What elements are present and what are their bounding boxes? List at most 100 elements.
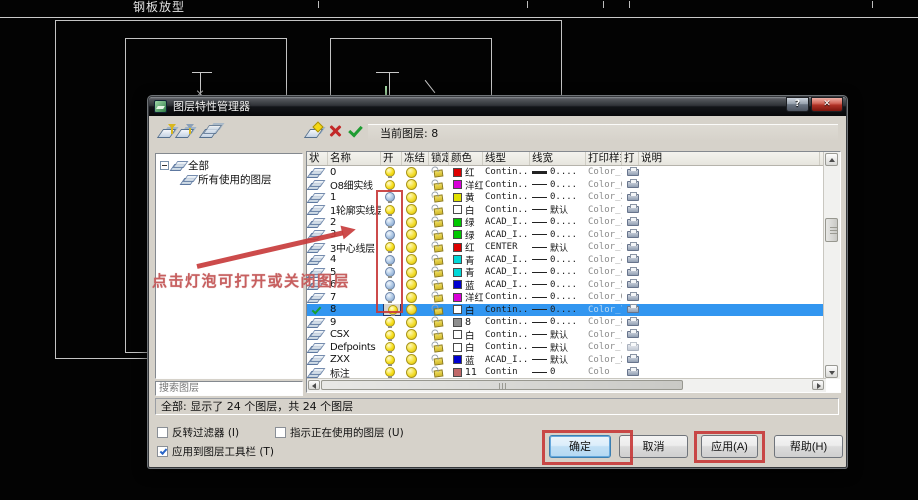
printer-icon[interactable]	[627, 341, 639, 351]
layer-lineweight[interactable]: 0....	[530, 254, 586, 267]
color-swatch[interactable]	[453, 192, 462, 202]
lock-icon[interactable]	[433, 282, 444, 291]
layer-lock-cell[interactable]	[429, 291, 449, 304]
search-layer-input[interactable]	[155, 381, 303, 396]
layer-plot-cell[interactable]	[622, 229, 639, 242]
printer-icon[interactable]	[627, 279, 639, 289]
layer-freeze-cell[interactable]	[402, 316, 429, 329]
freeze-sun-icon[interactable]	[406, 266, 417, 278]
layer-lock-cell[interactable]	[429, 166, 449, 179]
apply-to-toolbar-checkbox[interactable]: 应用到图层工具栏 (T)	[157, 444, 274, 459]
scroll-right-button[interactable]	[812, 380, 824, 390]
layer-linetype[interactable]: ACAD_I...	[483, 229, 530, 242]
column-header-6[interactable]: 线型	[483, 152, 530, 165]
freeze-sun-icon[interactable]	[406, 254, 417, 266]
lock-icon[interactable]	[433, 244, 444, 253]
layer-lock-cell[interactable]	[429, 229, 449, 242]
column-header-2[interactable]: 开	[381, 152, 402, 165]
column-header-5[interactable]: 颜色	[449, 152, 483, 165]
printer-icon[interactable]	[627, 166, 639, 176]
layer-on-cell[interactable]	[381, 354, 402, 367]
printer-icon[interactable]	[627, 179, 639, 189]
layer-color-cell[interactable]: 绿	[449, 229, 483, 241]
layer-plot-cell[interactable]	[622, 166, 639, 179]
layer-lineweight[interactable]: 0....	[530, 191, 586, 204]
layer-plot-cell[interactable]	[622, 204, 639, 217]
layer-color-cell[interactable]: 红	[449, 241, 483, 254]
layer-lock-cell[interactable]	[429, 316, 449, 329]
freeze-sun-icon[interactable]	[406, 179, 417, 191]
lock-icon[interactable]	[433, 207, 444, 216]
column-header-0[interactable]: 状	[307, 152, 328, 165]
layer-plot-cell[interactable]	[622, 279, 639, 292]
printer-icon[interactable]	[627, 266, 639, 276]
layer-freeze-cell[interactable]	[402, 191, 429, 204]
printer-icon[interactable]	[627, 229, 639, 239]
checkbox-icon[interactable]	[275, 427, 286, 438]
layer-row-Defpoints[interactable]: Defpoints 白 Contin...默认Color_7	[307, 341, 824, 354]
layer-linetype[interactable]: ACAD_I...	[483, 254, 530, 267]
help-titlebar-button[interactable]: ?	[786, 97, 809, 112]
layer-linetype[interactable]: Contin...	[483, 166, 530, 179]
layer-plot-cell[interactable]	[622, 316, 639, 329]
layer-color-cell[interactable]: 蓝	[449, 279, 483, 291]
freeze-sun-icon[interactable]	[406, 191, 417, 203]
freeze-sun-icon[interactable]	[406, 341, 417, 353]
printer-icon[interactable]	[627, 204, 639, 214]
layer-freeze-cell[interactable]	[402, 266, 429, 279]
layer-freeze-cell[interactable]	[402, 354, 429, 367]
layer-linetype[interactable]: Contin...	[483, 204, 530, 217]
lock-icon[interactable]	[433, 194, 444, 203]
layer-linetype[interactable]: ACAD_I...	[483, 279, 530, 292]
bulb-icon[interactable]	[385, 342, 395, 354]
layer-freeze-cell[interactable]	[402, 179, 429, 192]
layer-freeze-cell[interactable]	[402, 329, 429, 342]
layer-lineweight[interactable]: 0....	[530, 179, 586, 192]
layer-on-cell[interactable]	[381, 329, 402, 342]
layer-color-cell[interactable]: 青	[449, 254, 483, 266]
freeze-sun-icon[interactable]	[406, 204, 417, 216]
column-header-7[interactable]: 线宽	[530, 152, 586, 165]
layer-lock-cell[interactable]	[429, 354, 449, 367]
layer-freeze-cell[interactable]	[402, 341, 429, 354]
layer-linetype[interactable]: Contin...	[483, 304, 530, 317]
printer-icon[interactable]	[627, 316, 639, 326]
layer-lineweight[interactable]: 0....	[530, 229, 586, 242]
layer-linetype[interactable]: Contin...	[483, 329, 530, 342]
layer-plot-cell[interactable]	[622, 329, 639, 342]
layer-linetype[interactable]: ACAD_I...	[483, 354, 530, 367]
scroll-up-button[interactable]	[825, 153, 838, 166]
layer-plot-cell[interactable]	[622, 366, 639, 379]
tree-item-all-used-layers[interactable]: 所有使用的图层	[182, 172, 272, 186]
layer-lineweight[interactable]: 0	[530, 366, 586, 379]
layer-plot-cell[interactable]	[622, 341, 639, 354]
layer-linetype[interactable]: CENTER	[483, 241, 530, 254]
lock-icon[interactable]	[433, 232, 444, 241]
layer-lock-cell[interactable]	[429, 279, 449, 292]
layer-plot-cell[interactable]	[622, 354, 639, 367]
layer-color-cell[interactable]: 蓝	[449, 354, 483, 366]
layer-color-cell[interactable]: 黄	[449, 191, 483, 204]
lock-icon[interactable]	[433, 219, 444, 228]
lock-icon[interactable]	[433, 269, 444, 278]
layer-linetype[interactable]: ACAD_I...	[483, 266, 530, 279]
layer-on-cell[interactable]	[381, 166, 402, 179]
layer-freeze-cell[interactable]	[402, 204, 429, 217]
layer-plot-cell[interactable]	[622, 304, 639, 317]
scroll-left-button[interactable]	[308, 380, 320, 390]
set-current-layer-icon[interactable]	[346, 122, 363, 139]
freeze-sun-icon[interactable]	[406, 279, 417, 291]
color-swatch[interactable]	[453, 330, 462, 340]
layer-freeze-cell[interactable]	[402, 241, 429, 254]
layer-on-cell[interactable]	[381, 316, 402, 329]
layer-lock-cell[interactable]	[429, 216, 449, 229]
lock-icon[interactable]	[433, 332, 444, 341]
new-group-filter-icon[interactable]	[174, 123, 195, 139]
freeze-sun-icon[interactable]	[406, 216, 417, 228]
lock-icon[interactable]	[433, 169, 444, 178]
layer-lock-cell[interactable]	[429, 254, 449, 267]
dialog-titlebar[interactable]: 图层特性管理器 ? ✕	[149, 97, 846, 116]
vertical-scrollbar[interactable]	[823, 152, 840, 379]
layer-lock-cell[interactable]	[429, 366, 449, 379]
layer-plot-cell[interactable]	[622, 216, 639, 229]
